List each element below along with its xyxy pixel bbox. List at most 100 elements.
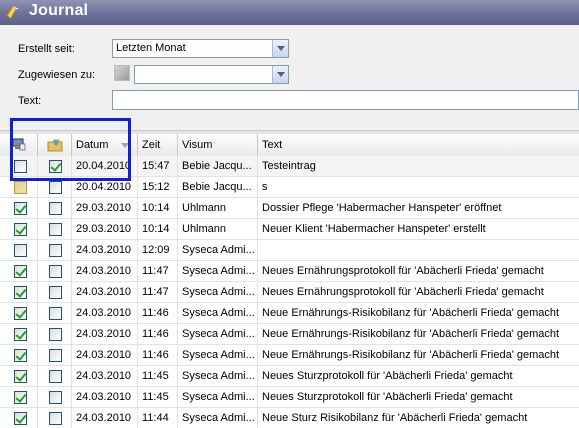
cell-folder-flag xyxy=(38,198,72,219)
cell-zeit: 11:45 xyxy=(138,387,178,408)
monitor-checkbox[interactable] xyxy=(14,202,27,215)
cell-text: Neuer Klient 'Habermacher Hanspeter' ers… xyxy=(262,223,486,235)
erstellt-dropdown-button[interactable] xyxy=(272,40,288,57)
monitor-checkbox[interactable] xyxy=(14,244,27,257)
cell-text: Dossier Pflege 'Habermacher Hanspeter' e… xyxy=(262,202,502,214)
table-row[interactable]: 24.03.2010 11:47 Syseca Admi... Neues Ernäh… xyxy=(0,282,579,303)
cell-zeit: 11:46 xyxy=(138,303,178,324)
col-header-text[interactable]: Text xyxy=(258,134,579,156)
cell-visum: Syseca Admi... xyxy=(178,366,258,387)
monitor-checkbox[interactable] xyxy=(14,328,27,341)
person-picker-icon xyxy=(114,65,130,81)
cell-text xyxy=(258,240,579,261)
col-header-zeit[interactable]: Zeit xyxy=(138,134,178,156)
cell-datum: 24.03.2010 xyxy=(72,345,138,366)
monitor-checkbox[interactable] xyxy=(14,265,27,278)
col-header-text-label: Text xyxy=(262,139,283,151)
cell-text: s xyxy=(262,181,268,193)
cell-monitor-flag xyxy=(0,219,38,240)
cell-zeit: 10:14 xyxy=(138,198,178,219)
cell-visum: Syseca Admi... xyxy=(178,303,258,324)
cell-text: Neues Sturzprotokoll für 'Abächerli Frie… xyxy=(262,370,513,382)
cell-folder-flag xyxy=(38,303,72,324)
table-row[interactable]: 24.03.2010 11:44 Syseca Admi... Neue Sturz … xyxy=(0,408,579,428)
cell-folder-flag xyxy=(38,261,72,282)
cell-text: Testeintrag xyxy=(262,160,316,172)
zugewiesen-dropdown[interactable] xyxy=(134,65,289,84)
folder-checkbox[interactable] xyxy=(49,328,62,341)
col-header-visum[interactable]: Visum xyxy=(178,134,258,156)
folder-checkbox[interactable] xyxy=(49,286,62,299)
cell-zeit: 11:47 xyxy=(138,261,178,282)
app-logo-icon xyxy=(6,5,19,19)
monitor-checkbox[interactable] xyxy=(14,307,27,320)
text-search-input[interactable] xyxy=(112,90,579,110)
cell-folder-flag xyxy=(38,324,72,345)
cell-visum: Uhlmann xyxy=(178,198,258,219)
folder-checkbox[interactable] xyxy=(49,181,62,194)
highlight-box xyxy=(10,118,131,181)
monitor-checkbox[interactable] xyxy=(14,412,27,425)
cell-zeit: 11:45 xyxy=(138,366,178,387)
cell-visum: Bebie Jacqu... xyxy=(178,156,258,177)
erstellt-label: Erstellt seit: xyxy=(18,43,75,55)
cell-monitor-flag xyxy=(0,261,38,282)
cell-zeit: 11:46 xyxy=(138,324,178,345)
cell-monitor-flag xyxy=(0,366,38,387)
text-label: Text: xyxy=(18,95,42,107)
cell-zeit: 11:44 xyxy=(138,408,178,428)
cell-datum: 24.03.2010 xyxy=(72,240,138,261)
cell-folder-flag xyxy=(38,240,72,261)
cell-datum: 24.03.2010 xyxy=(72,282,138,303)
cell-text: Neues Ernährungsprotokoll für 'Abächerli… xyxy=(262,286,544,298)
filter-panel: Erstellt seit: Letzten Monat Zugewiesen … xyxy=(0,25,579,130)
cell-datum: 24.03.2010 xyxy=(72,261,138,282)
folder-checkbox[interactable] xyxy=(49,370,62,383)
cell-folder-flag xyxy=(38,408,72,428)
table-row[interactable]: 24.03.2010 11:45 Syseca Admi... Neues Sturz… xyxy=(0,366,579,387)
cell-visum: Syseca Admi... xyxy=(178,408,258,428)
monitor-checkbox[interactable] xyxy=(14,391,27,404)
erstellt-dropdown[interactable]: Letzten Monat xyxy=(112,39,289,58)
table-row[interactable]: 24.03.2010 11:46 Syseca Admi... Neue Ernähr… xyxy=(0,303,579,324)
monitor-checkbox[interactable] xyxy=(14,181,27,194)
window-title: Journal xyxy=(29,2,89,19)
table-row[interactable]: 24.03.2010 11:47 Syseca Admi... Neues Ernäh… xyxy=(0,261,579,282)
monitor-checkbox[interactable] xyxy=(14,349,27,362)
monitor-checkbox[interactable] xyxy=(14,223,27,236)
chevron-down-icon xyxy=(276,72,285,77)
cell-text: Neue Ernährungs-Risikobilanz für 'Abäche… xyxy=(262,349,560,361)
zugewiesen-dropdown-button[interactable] xyxy=(272,66,288,83)
table-row[interactable]: 29.03.2010 10:14 Uhlmann Neuer Klient 'Habe… xyxy=(0,219,579,240)
zugewiesen-label: Zugewiesen zu: xyxy=(18,69,96,81)
folder-checkbox[interactable] xyxy=(49,244,62,257)
cell-visum: Syseca Admi... xyxy=(178,282,258,303)
folder-checkbox[interactable] xyxy=(49,202,62,215)
table-row[interactable]: 29.03.2010 10:14 Uhlmann Dossier Pflege 'Ha… xyxy=(0,198,579,219)
folder-checkbox[interactable] xyxy=(49,349,62,362)
cell-text: Neues Sturzprotokoll für 'Abächerli Frie… xyxy=(262,391,513,403)
col-header-zeit-label: Zeit xyxy=(142,139,161,151)
cell-zeit: 10:14 xyxy=(138,219,178,240)
cell-text: Neue Ernährungs-Risikobilanz für 'Abäche… xyxy=(262,307,560,319)
folder-checkbox[interactable] xyxy=(49,223,62,236)
cell-visum: Syseca Admi... xyxy=(178,345,258,366)
cell-datum: 24.03.2010 xyxy=(72,303,138,324)
monitor-checkbox[interactable] xyxy=(14,286,27,299)
table-row[interactable]: 24.03.2010 11:45 Syseca Admi... Neues Sturz… xyxy=(0,387,579,408)
table-row[interactable]: 24.03.2010 12:09 Syseca Admi... xyxy=(0,240,579,261)
table-row[interactable]: 24.03.2010 11:46 Syseca Admi... Neue Ernähr… xyxy=(0,345,579,366)
cell-visum: Syseca Admi... xyxy=(178,387,258,408)
folder-checkbox[interactable] xyxy=(49,307,62,320)
folder-checkbox[interactable] xyxy=(49,391,62,404)
cell-datum: 29.03.2010 xyxy=(72,219,138,240)
folder-checkbox[interactable] xyxy=(49,265,62,278)
cell-monitor-flag xyxy=(0,408,38,428)
monitor-checkbox[interactable] xyxy=(14,370,27,383)
cell-monitor-flag xyxy=(0,240,38,261)
table-row[interactable]: 24.03.2010 11:46 Syseca Admi... Neue Ernähr… xyxy=(0,324,579,345)
cell-visum: Syseca Admi... xyxy=(178,261,258,282)
cell-visum: Syseca Admi... xyxy=(178,240,258,261)
cell-folder-flag xyxy=(38,282,72,303)
folder-checkbox[interactable] xyxy=(49,412,62,425)
